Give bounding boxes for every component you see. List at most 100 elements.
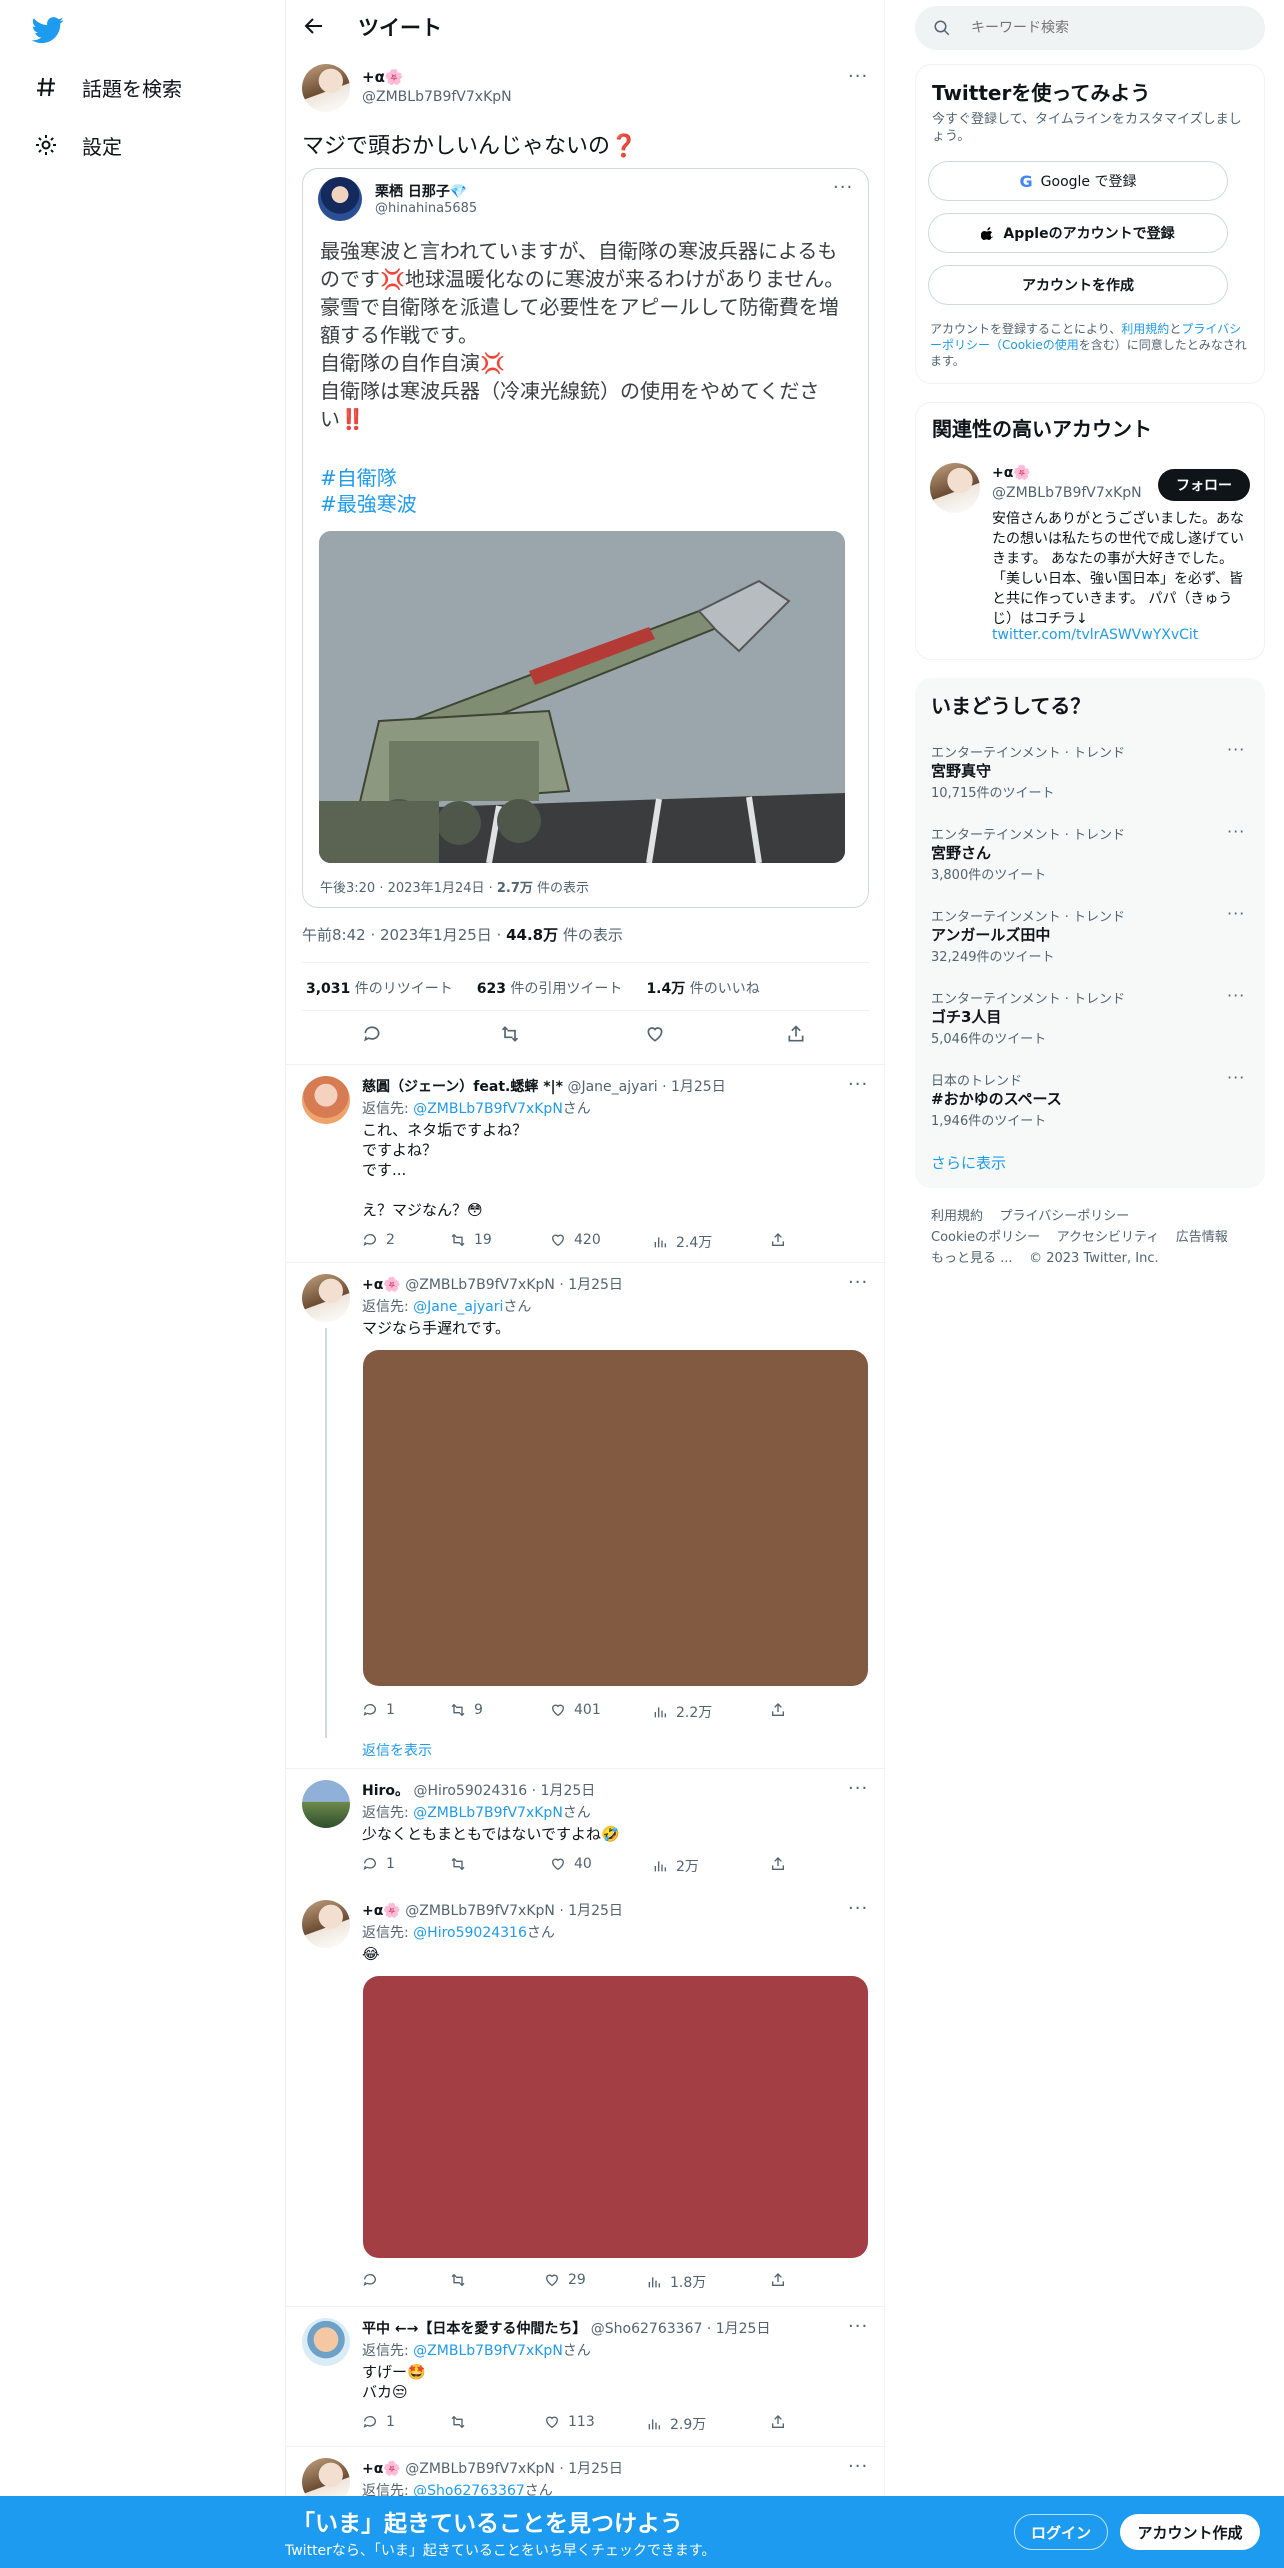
reply-icon[interactable] (362, 1024, 382, 1044)
reply-tweet[interactable]: +α🌸 @ZMBLb7B9fV7xKpN · 1月25日 ··· 返信先: @H… (286, 1888, 886, 2308)
footer-ads-link[interactable]: 広告情報 (1176, 1230, 1228, 1245)
quotes-stat[interactable]: 623 件の引用ツイート (477, 978, 623, 998)
reply-to-link[interactable]: @Jane_ajyari (413, 1299, 503, 1315)
retweet-button[interactable]: 19 (450, 1232, 492, 1248)
more-icon[interactable]: ··· (848, 2316, 868, 2337)
more-icon[interactable]: ··· (1227, 740, 1245, 759)
avatar[interactable] (302, 2318, 350, 2366)
views-button[interactable]: 2.2万 (652, 1702, 712, 1722)
like-icon[interactable] (645, 1024, 665, 1044)
more-icon[interactable]: ··· (848, 1272, 868, 1293)
reply-button[interactable]: 1 (362, 1856, 395, 1872)
relevant-handle[interactable]: @ZMBLb7B9fV7xKpN (992, 485, 1142, 501)
twitter-logo-icon[interactable] (32, 14, 64, 46)
nav-settings[interactable]: 設定 (34, 125, 122, 165)
retweet-button[interactable] (450, 2272, 474, 2288)
avatar[interactable] (302, 1900, 350, 1948)
share-icon[interactable] (770, 1856, 786, 1872)
views-button[interactable]: 2.9万 (646, 2414, 706, 2434)
share-icon[interactable] (770, 1232, 786, 1248)
share-icon[interactable] (786, 1024, 806, 1044)
more-icon[interactable]: ··· (1227, 986, 1245, 1005)
retweet-button[interactable] (450, 1856, 474, 1872)
hashtag-link[interactable]: #最強寒波 (320, 491, 417, 517)
author-handle[interactable]: @Hiro59024316 (414, 1783, 528, 1799)
tweet-date[interactable]: · 1月25日 (707, 2321, 771, 2337)
back-arrow-icon[interactable] (302, 14, 326, 38)
reply-to-link[interactable]: @Hiro59024316 (413, 1925, 527, 1941)
footer-accessibility-link[interactable]: アクセシビリティ (1057, 1230, 1160, 1245)
like-button[interactable]: 420 (550, 1232, 601, 1248)
reply-button[interactable]: 1 (362, 1702, 395, 1718)
more-icon[interactable]: ··· (848, 1074, 868, 1095)
author-name[interactable]: +α🌸 (362, 1277, 401, 1293)
trend-item[interactable]: エンターテインメント · トレンド 宮野真守 10,715件のツイート ··· (915, 730, 1265, 810)
author-handle[interactable]: @Jane_ajyari (567, 1079, 657, 1095)
more-icon[interactable]: ··· (848, 2456, 868, 2477)
footer-more-link[interactable]: もっと見る ... (931, 1251, 1013, 1266)
more-icon[interactable]: ··· (833, 177, 853, 198)
search-input[interactable] (971, 16, 1241, 40)
reply-button[interactable]: 1 (362, 2414, 395, 2430)
tweet-timestamp[interactable]: 午前8:42 · 2023年1月25日 · (302, 926, 506, 944)
follow-button[interactable]: フォロー (1158, 469, 1250, 501)
reply-to-link[interactable]: @ZMBLb7B9fV7xKpN (413, 1101, 563, 1117)
show-replies-link[interactable]: 返信を表示 (362, 1740, 432, 1760)
avatar[interactable] (318, 177, 362, 221)
avatar[interactable] (302, 64, 350, 112)
likes-stat[interactable]: 1.4万 件のいいね (646, 978, 759, 998)
share-icon[interactable] (770, 1702, 786, 1718)
reply-tweet[interactable]: 慈圓（ジェーン）feat.蟋蟀 *|* @Jane_ajyari · 1月25日… (286, 1064, 886, 1262)
google-signup-button[interactable]: G Google で登録 (928, 161, 1228, 201)
retweet-button[interactable] (450, 2414, 474, 2430)
signup-button[interactable]: アカウント作成 (1120, 2514, 1260, 2550)
avatar[interactable] (930, 463, 980, 513)
more-icon[interactable]: ··· (1227, 822, 1245, 841)
more-icon[interactable]: ··· (848, 66, 868, 87)
trend-item[interactable]: 日本のトレンド #おかゆのスペース 1,946件のツイート ··· (915, 1058, 1265, 1138)
retweet-icon[interactable] (500, 1024, 520, 1044)
author-name[interactable]: +α🌸 (362, 1903, 401, 1919)
quote-image[interactable] (319, 531, 845, 863)
footer-privacy-link[interactable]: プライバシーポリシー (1000, 1209, 1130, 1224)
share-icon[interactable] (770, 2272, 786, 2288)
author-handle[interactable]: @ZMBLb7B9fV7xKpN (362, 89, 512, 105)
avatar[interactable] (302, 1780, 350, 1828)
footer-terms-link[interactable]: 利用規約 (931, 1209, 983, 1224)
share-icon[interactable] (770, 2414, 786, 2430)
trend-item[interactable]: エンターテインメント · トレンド 宮野さん 3,800件のツイート ··· (915, 812, 1265, 892)
hashtag-link[interactable]: #自衛隊 (320, 465, 397, 491)
views-button[interactable]: 2.4万 (652, 1232, 712, 1252)
like-button[interactable]: 29 (544, 2272, 586, 2288)
author-handle[interactable]: @Sho62763367 (591, 2321, 703, 2337)
footer-cookie-link[interactable]: Cookieのポリシー (931, 1230, 1040, 1245)
author-handle[interactable]: @ZMBLb7B9fV7xKpN (405, 2461, 555, 2477)
reply-tweet[interactable]: 平中 ←→【日本を愛する仲間たち】 @Sho62763367 · 1月25日 ·… (286, 2306, 886, 2444)
author-name[interactable]: +α🌸 (362, 2461, 401, 2477)
views-button[interactable]: 2万 (652, 1856, 699, 1876)
retweets-stat[interactable]: 3,031 件のリツイート (306, 978, 453, 998)
more-icon[interactable]: ··· (848, 1898, 868, 1919)
show-more-trends-link[interactable]: さらに表示 (931, 1152, 1006, 1173)
reply-to-link[interactable]: @Sho62763367 (413, 2483, 525, 2496)
author-name[interactable]: +α🌸 (362, 68, 404, 86)
author-name[interactable]: 平中 ←→【日本を愛する仲間たち】 (362, 2321, 586, 2337)
trend-item[interactable]: エンターテインメント · トレンド ゴチ3人目 5,046件のツイート ··· (915, 976, 1265, 1056)
avatar[interactable] (302, 1274, 350, 1322)
tweet-date[interactable]: · 1月25日 (532, 1783, 596, 1799)
avatar[interactable] (302, 1076, 350, 1124)
retweet-button[interactable]: 9 (450, 1702, 483, 1718)
nav-explore[interactable]: 話題を検索 (34, 67, 182, 107)
reply-button[interactable] (362, 2272, 386, 2288)
login-button[interactable]: ログイン (1014, 2514, 1108, 2550)
create-account-button[interactable]: アカウントを作成 (928, 265, 1228, 305)
quoted-tweet[interactable]: 栗栖 日那子💎 @hinahina5685 ··· 最強寒波と言われていますが、… (302, 168, 869, 908)
tweet-date[interactable]: · 1月25日 (559, 1903, 623, 1919)
author-handle[interactable]: @ZMBLb7B9fV7xKpN (405, 1903, 555, 1919)
reply-to-link[interactable]: @ZMBLb7B9fV7xKpN (413, 2343, 563, 2359)
more-icon[interactable]: ··· (1227, 1068, 1245, 1087)
tweet-date[interactable]: · 1月25日 (662, 1079, 726, 1095)
avatar[interactable] (302, 2458, 350, 2496)
author-name[interactable]: Hiro。 (362, 1783, 409, 1799)
reply-image[interactable] (363, 1350, 868, 1686)
